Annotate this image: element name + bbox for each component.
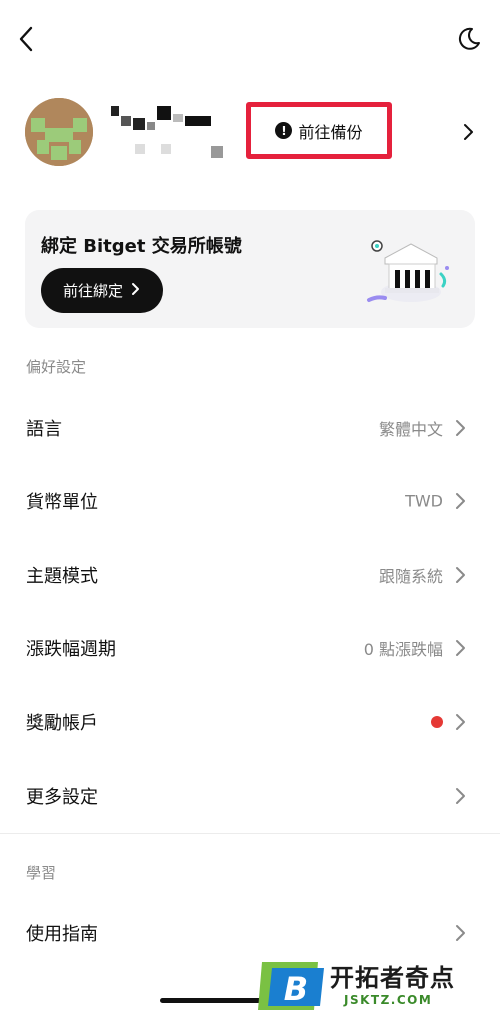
- top-bar: [0, 0, 500, 80]
- settings-row-currency[interactable]: 貨幣單位 TWD: [0, 471, 500, 531]
- row-label: 語言: [26, 419, 62, 440]
- avatar[interactable]: [25, 98, 93, 166]
- row-label: 漲跌幅週期: [26, 639, 116, 660]
- row-label: 使用指南: [26, 924, 98, 945]
- watermark-cn-text: 开拓者奇点: [330, 964, 455, 992]
- chevron-right-icon: [456, 493, 465, 509]
- chevron-right-icon: [456, 420, 465, 436]
- settings-row-language[interactable]: 語言 繁體中文: [0, 398, 500, 458]
- username-pixelated: [107, 104, 227, 160]
- row-value: TWD: [405, 491, 443, 511]
- exchange-building-illustration: [363, 228, 453, 312]
- section-divider: [0, 833, 500, 834]
- chevron-right-icon: [456, 567, 465, 583]
- settings-row-rewards-account[interactable]: 獎勵帳戶: [0, 692, 500, 752]
- back-button[interactable]: [12, 22, 40, 56]
- row-value: 0 點漲跌幅: [363, 640, 443, 659]
- chevron-right-icon: [464, 124, 473, 140]
- watermark-logo: B: [258, 960, 326, 1012]
- go-bind-label: 前往綁定: [62, 282, 123, 300]
- settings-row-user-guide[interactable]: 使用指南: [0, 903, 500, 963]
- svg-text:B: B: [284, 970, 308, 1008]
- settings-row-change-period[interactable]: 漲跌幅週期 0 點漲跌幅: [0, 618, 500, 678]
- learning-section-label: 學習: [26, 864, 57, 882]
- theme-toggle-button[interactable]: [452, 22, 486, 56]
- row-value: 跟隨系統: [378, 567, 443, 586]
- settings-row-more-settings[interactable]: 更多設定: [0, 766, 500, 826]
- go-bind-button[interactable]: 前往綁定: [41, 268, 163, 313]
- row-value: 繁體中文: [378, 420, 443, 439]
- bind-exchange-card: 綁定 Bitget 交易所帳號 前往綁定: [25, 210, 475, 328]
- profile-row[interactable]: ! 前往備份: [0, 90, 500, 174]
- chevron-right-icon: [456, 925, 465, 941]
- chevron-left-icon: [19, 26, 33, 52]
- chevron-right-icon: [456, 714, 465, 730]
- profile-chevron-button[interactable]: [458, 120, 480, 144]
- bind-card-title: 綁定 Bitget 交易所帳號: [41, 236, 242, 257]
- chevron-right-icon: [456, 788, 465, 804]
- settings-row-theme[interactable]: 主題模式 跟隨系統: [0, 545, 500, 605]
- watermark-en-text: JSKTZ.COM: [344, 993, 433, 1007]
- go-backup-button[interactable]: ! 前往備份: [246, 102, 392, 159]
- watermark: B 开拓者奇点 JSKTZ.COM: [258, 960, 498, 1012]
- preferences-section-label: 偏好設定: [26, 358, 87, 376]
- chevron-right-icon: [456, 640, 465, 656]
- row-label: 貨幣單位: [26, 492, 98, 513]
- notification-dot: [431, 716, 443, 728]
- row-label: 獎勵帳戶: [26, 713, 98, 734]
- moon-icon: [458, 27, 480, 50]
- row-label: 主題模式: [26, 566, 98, 587]
- row-label: 更多設定: [26, 787, 98, 808]
- chevron-right-icon: [131, 281, 141, 300]
- go-backup-label: 前往備份: [298, 122, 363, 142]
- exclamation-circle-icon: !: [275, 122, 293, 139]
